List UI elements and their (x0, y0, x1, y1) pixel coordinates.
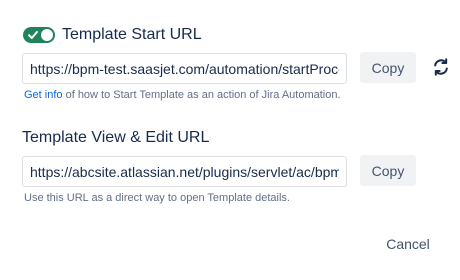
template-view-edit-url-title: Template View & Edit URL (22, 129, 210, 146)
start-url-hint-text: of how to Start Template as an action of… (62, 89, 341, 101)
template-start-url-title: Template Start URL (62, 26, 202, 43)
start-url-toggle[interactable] (23, 27, 55, 43)
check-icon (28, 31, 38, 39)
copy-start-url-button[interactable]: Copy (360, 52, 416, 83)
view-edit-url-field[interactable] (22, 156, 347, 187)
start-url-field[interactable] (22, 53, 347, 84)
refresh-icon[interactable] (432, 58, 450, 76)
toggle-knob (41, 29, 53, 41)
get-info-link[interactable]: Get info (24, 89, 63, 101)
view-edit-url-hint: Use this URL as a direct way to open Tem… (24, 192, 290, 204)
start-url-hint: Get info of how to Start Template as an … (24, 89, 341, 101)
cancel-button[interactable]: Cancel (378, 230, 438, 258)
copy-view-edit-url-button[interactable]: Copy (360, 155, 416, 186)
